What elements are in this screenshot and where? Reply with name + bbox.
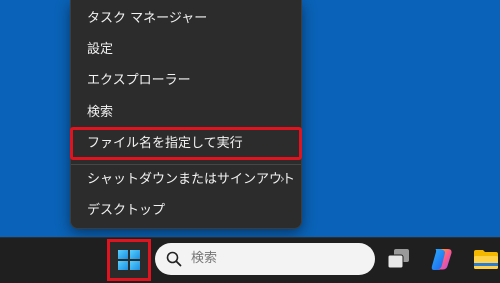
taskbar-search-box[interactable] xyxy=(155,243,375,275)
search-icon xyxy=(166,251,182,267)
menu-item-desktop[interactable]: デスクトップ xyxy=(75,196,297,226)
start-context-menu: タスク マネージャー 設定 エクスプローラー 検索 ファイル名を指定して実行 シ… xyxy=(70,0,302,229)
menu-item-label: ファイル名を指定して実行 xyxy=(87,136,243,151)
menu-item-label: タスク マネージャー xyxy=(87,11,208,26)
menu-item-search[interactable]: 検索 xyxy=(75,98,297,128)
menu-item-label: エクスプローラー xyxy=(87,73,191,88)
menu-item-task-manager[interactable]: タスク マネージャー xyxy=(75,4,297,34)
menu-item-shutdown-signout[interactable]: シャットダウンまたはサインアウト › xyxy=(75,165,297,195)
windows-logo-icon xyxy=(118,250,140,270)
menu-item-label: シャットダウンまたはサインアウト xyxy=(87,172,296,187)
chevron-right-icon: › xyxy=(279,172,285,187)
menu-item-settings[interactable]: 設定 xyxy=(75,35,297,65)
start-button[interactable] xyxy=(107,239,151,281)
file-explorer-icon[interactable] xyxy=(472,245,500,273)
menu-item-file-explorer[interactable]: エクスプローラー xyxy=(75,66,297,96)
task-view-icon[interactable] xyxy=(385,245,413,273)
menu-item-label: デスクトップ xyxy=(87,203,166,218)
menu-item-label: 検索 xyxy=(87,105,114,120)
menu-item-run[interactable]: ファイル名を指定して実行 xyxy=(75,129,297,159)
search-input[interactable] xyxy=(191,243,361,275)
copilot-icon[interactable] xyxy=(428,245,456,273)
menu-item-label: 設定 xyxy=(87,42,114,57)
